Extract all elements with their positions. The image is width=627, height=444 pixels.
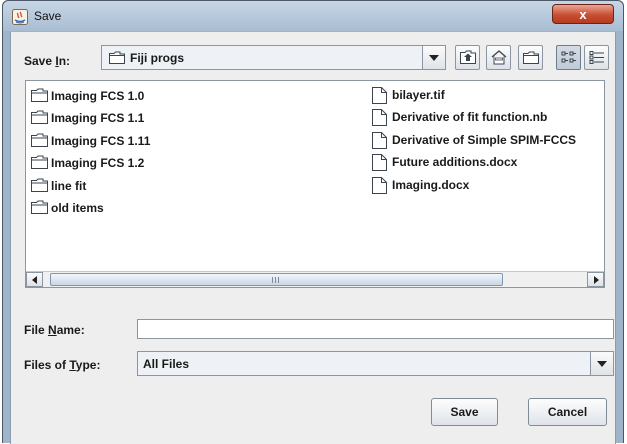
new-folder-icon — [523, 51, 539, 64]
file-name-label: File Name: — [24, 323, 85, 337]
scroll-right-button[interactable] — [587, 272, 604, 287]
details-view-button[interactable] — [584, 45, 609, 70]
folder-icon — [109, 51, 125, 64]
scroll-left-button[interactable] — [26, 272, 43, 287]
files-of-type-value: All Files — [143, 357, 190, 371]
save-in-combo[interactable]: Fiji progs — [101, 45, 446, 70]
chevron-down-icon — [429, 55, 439, 61]
home-icon — [491, 50, 507, 65]
chevron-down-icon — [597, 361, 607, 367]
save-in-dropdown-button[interactable] — [422, 45, 446, 70]
files-of-type-label: Files of Type: — [24, 358, 101, 372]
files-of-type-dropdown-button[interactable] — [590, 351, 614, 376]
grip-icon — [272, 277, 279, 283]
file-list[interactable]: Imaging FCS 1.0 Imaging FCS 1.1 Imaging … — [25, 80, 605, 288]
close-icon: x — [579, 7, 587, 22]
list-view-button[interactable] — [556, 45, 581, 70]
window-title: Save — [34, 9, 62, 23]
save-in-value: Fiji progs — [130, 51, 184, 65]
up-one-level-icon — [460, 50, 476, 64]
file-icon — [372, 132, 387, 149]
scrollbar-thumb[interactable] — [50, 273, 503, 286]
folder-icon — [31, 155, 48, 169]
file-name-input[interactable] — [137, 319, 614, 339]
java-app-icon — [12, 9, 28, 25]
home-button[interactable] — [486, 45, 511, 70]
folder-icon — [31, 200, 48, 214]
save-button[interactable]: Save — [431, 398, 498, 426]
cancel-button[interactable]: Cancel — [528, 398, 607, 426]
arrow-left-icon — [32, 276, 37, 284]
file-icon — [372, 177, 387, 194]
list-view-icon — [561, 51, 576, 63]
horizontal-scrollbar[interactable] — [26, 271, 604, 287]
save-in-label: Save In: — [24, 54, 71, 68]
details-view-icon — [589, 51, 604, 64]
file-icon — [372, 109, 387, 126]
up-one-level-button[interactable] — [455, 45, 480, 70]
files-of-type-combo[interactable]: All Files — [137, 351, 614, 376]
dialog-body: Save In: Fiji progs Imaging FCS 1.0 Imag… — [10, 32, 616, 444]
save-dialog-window: Save x Save In: Fiji progs Imaging FCS 1… — [2, 0, 624, 444]
close-button[interactable]: x — [552, 4, 614, 24]
folder-icon — [31, 133, 48, 147]
file-icon — [372, 87, 387, 104]
file-icon — [372, 154, 387, 171]
new-folder-button[interactable] — [518, 45, 543, 70]
folder-icon — [31, 178, 48, 192]
arrow-right-icon — [594, 276, 599, 284]
folder-icon — [31, 110, 48, 124]
folder-icon — [31, 88, 48, 102]
title-bar[interactable]: Save x — [3, 1, 623, 31]
